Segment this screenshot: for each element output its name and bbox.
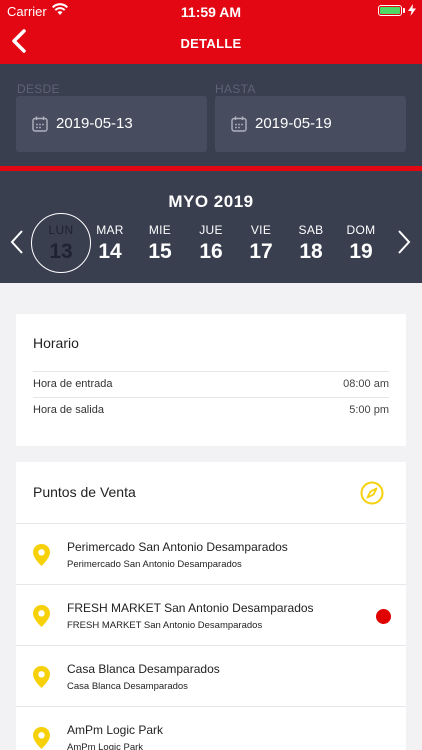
calendar-icon (32, 116, 48, 132)
from-date-value: 2019-05-13 (56, 115, 133, 132)
day-wed[interactable]: MIE 15 (135, 223, 185, 264)
schedule-row-entry: Hora de entrada 08:00 am (33, 378, 389, 390)
schedule-card: Horario Hora de entrada 08:00 am Hora de… (16, 314, 406, 446)
status-bar: Carrier 11:59 AM (0, 0, 422, 22)
prev-week-chevron-icon[interactable] (10, 229, 24, 255)
day-name: VIE (250, 223, 272, 237)
to-date-value: 2019-05-19 (255, 115, 332, 132)
location-pin-icon (33, 605, 50, 627)
battery-tip (403, 8, 405, 13)
from-date-field[interactable]: 2019-05-13 (16, 96, 207, 152)
compass-icon[interactable] (360, 481, 384, 505)
pos-name: Perimercado San Antonio Desamparados (67, 540, 288, 554)
day-sat[interactable]: SAB 18 (286, 223, 336, 264)
date-range-panel: DESDE HASTA 2019-05-13 2019-05-19 (0, 64, 422, 166)
pos-name: AmPm Logic Park (67, 723, 164, 737)
battery-icon (378, 5, 402, 16)
points-of-sale-title: Puntos de Venta (33, 484, 136, 500)
next-week-chevron-icon[interactable] (397, 229, 411, 255)
exit-label: Hora de salida (33, 404, 104, 416)
schedule-row-exit: Hora de salida 5:00 pm (33, 404, 389, 416)
page-title: DETALLE (180, 36, 242, 51)
day-name: DOM (346, 223, 376, 237)
week-strip: MYO 2019 LUN 13 MAR 14 MIE 15 JUE 16 VIE… (0, 171, 422, 283)
to-label: HASTA (215, 82, 256, 96)
pos-subtitle: Casa Blanca Desamparados (67, 681, 188, 692)
day-mon[interactable]: LUN 13 (36, 223, 86, 264)
schedule-title: Horario (33, 335, 79, 351)
day-thu[interactable]: JUE 16 (186, 223, 236, 264)
month-label: MYO 2019 (168, 192, 254, 211)
day-number: 19 (349, 240, 373, 263)
pos-name: Casa Blanca Desamparados (67, 662, 220, 676)
pos-name: FRESH MARKET San Antonio Desamparados (67, 601, 314, 615)
day-number: 17 (249, 240, 273, 263)
list-item[interactable]: AmPm Logic Park AmPm Logic Park (16, 707, 406, 750)
day-tue[interactable]: MAR 14 (85, 223, 135, 264)
location-pin-icon (33, 727, 50, 749)
clock: 11:59 AM (180, 4, 242, 20)
location-pin-icon (33, 544, 50, 566)
day-number: 15 (148, 240, 172, 263)
to-date-field[interactable]: 2019-05-19 (215, 96, 406, 152)
day-fri[interactable]: VIE 17 (236, 223, 286, 264)
pos-subtitle: Perimercado San Antonio Desamparados (67, 559, 242, 570)
day-number: 13 (49, 240, 73, 263)
day-name: MAR (96, 223, 124, 237)
day-name: JUE (199, 223, 223, 237)
entry-value: 08:00 am (343, 378, 389, 390)
top-bar: Carrier 11:59 AM DETALLE (0, 0, 422, 64)
status-dot (376, 609, 391, 624)
pos-subtitle: AmPm Logic Park (67, 742, 144, 750)
day-number: 18 (299, 240, 323, 263)
day-name: LUN (48, 223, 74, 237)
list-item[interactable]: Perimercado San Antonio Desamparados Per… (16, 524, 406, 585)
day-number: 16 (199, 240, 223, 263)
points-of-sale-card: Puntos de Venta Perimercado San Antonio … (16, 462, 406, 750)
location-pin-icon (33, 666, 50, 688)
pos-subtitle: FRESH MARKET San Antonio Desamparados (67, 620, 263, 631)
list-item[interactable]: Casa Blanca Desamparados Casa Blanca Des… (16, 646, 406, 707)
day-name: SAB (298, 223, 324, 237)
list-item[interactable]: FRESH MARKET San Antonio Desamparados FR… (16, 585, 406, 646)
calendar-icon (231, 116, 247, 132)
divider (33, 371, 389, 372)
exit-value: 5:00 pm (349, 404, 389, 416)
day-number: 14 (98, 240, 122, 263)
charging-icon (408, 4, 416, 16)
divider (33, 397, 389, 398)
entry-label: Hora de entrada (33, 378, 113, 390)
day-sun[interactable]: DOM 19 (336, 223, 386, 264)
from-label: DESDE (17, 82, 60, 96)
day-name: MIE (148, 223, 172, 237)
